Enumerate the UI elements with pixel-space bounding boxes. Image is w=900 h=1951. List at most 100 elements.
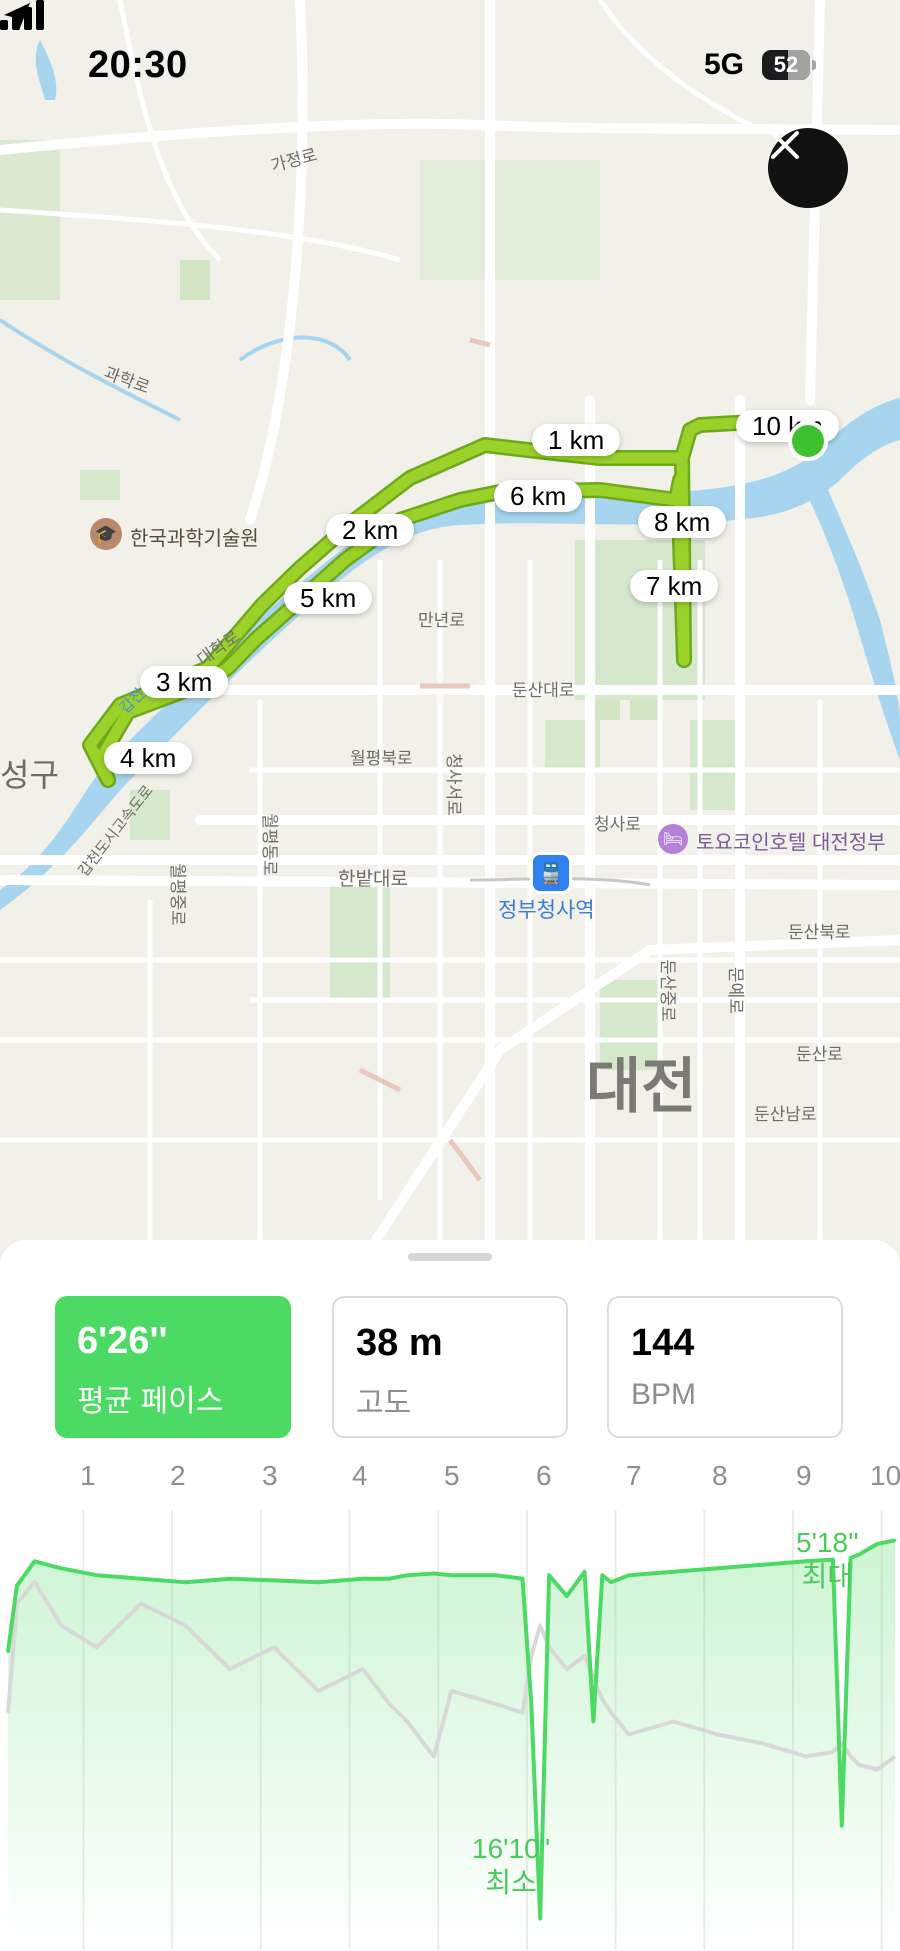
hotel-icon: 🛏 — [658, 824, 688, 854]
metric-card-elevation[interactable]: 38 m 고도 — [332, 1296, 568, 1438]
km-tick-5: 5 — [444, 1460, 460, 1491]
heart-rate-label: BPM — [631, 1378, 697, 1411]
road-label-dunsan: 둔산로 — [796, 1045, 843, 1064]
pace-point — [671, 1570, 675, 1574]
pace-point — [875, 1542, 879, 1546]
km-tick-6: 6 — [536, 1460, 552, 1491]
km-tick-2: 2 — [170, 1460, 186, 1491]
pace-point — [361, 1577, 365, 1581]
max-pace-annotation: 5'18'' 최대 — [796, 1526, 859, 1594]
poi-hotel[interactable]: 토요코인호텔 대전정부 — [696, 826, 886, 855]
pace-point — [272, 1578, 276, 1582]
pace-point — [432, 1572, 436, 1575]
heart-rate-value: 144 — [631, 1322, 695, 1364]
close-button[interactable] — [768, 128, 848, 208]
pace-point — [33, 1559, 37, 1563]
city-label: 대전 — [586, 1053, 697, 1120]
max-pace-value: 5'18'' — [796, 1527, 859, 1558]
km-tick-8: 8 — [712, 1460, 728, 1491]
road-label-dunsan-buk: 둔산북로 — [788, 923, 851, 942]
pace-point — [529, 1702, 533, 1706]
pace-point — [450, 1573, 453, 1577]
pace-point — [494, 1573, 498, 1577]
min-pace-value: 16'10'' — [472, 1833, 551, 1864]
pace-point — [760, 1563, 764, 1567]
workout-route-screen: { "status_bar": { "time": "20:30", "netw… — [0, 0, 900, 1951]
km-marker-2[interactable]: 2 km — [326, 514, 415, 546]
road-label-dunsan-jung: 둔산중로 — [657, 959, 677, 1022]
road-label-wolpyeong-jung: 월평중로 — [167, 863, 187, 926]
poi-science-museum[interactable]: 한국과학기술원 — [130, 522, 259, 551]
road-label-wolpyeong-dong: 월평동로 — [259, 813, 279, 876]
map-canvas — [0, 0, 900, 1280]
km-tick-3: 3 — [262, 1460, 278, 1491]
km-tick-1: 1 — [80, 1460, 96, 1491]
road-label-dunsan-nam: 둔산남로 — [754, 1105, 817, 1124]
battery-level: 52 — [773, 52, 799, 77]
pace-point — [59, 1566, 63, 1570]
km-marker-3[interactable]: 3 km — [140, 666, 229, 698]
min-pace-label: 최소 — [485, 1867, 537, 1898]
metric-card-heart-rate[interactable]: 144 BPM — [607, 1296, 843, 1438]
km-marker-6[interactable]: 6 km — [494, 480, 583, 512]
pace-point — [6, 1650, 10, 1654]
pace-point — [387, 1577, 391, 1581]
pace-point — [538, 1917, 542, 1920]
max-pace-label: 최대 — [801, 1561, 854, 1592]
pace-point — [316, 1580, 320, 1584]
pace-point — [15, 1584, 19, 1588]
pace-chart[interactable] — [0, 1510, 900, 1950]
poi-station[interactable]: 정부청사역 — [498, 894, 595, 924]
pace-point — [228, 1577, 232, 1581]
pace-point — [609, 1580, 613, 1584]
pace-point — [583, 1570, 587, 1574]
battery-icon: 52 — [762, 50, 816, 80]
pace-point — [183, 1580, 187, 1584]
signal-icon — [0, 0, 44, 30]
km-marker-8[interactable]: 8 km — [638, 506, 727, 538]
museum-icon: 🎓 — [90, 518, 122, 550]
km-marker-5[interactable]: 5 km — [284, 582, 373, 614]
pace-point — [405, 1573, 409, 1577]
pace-point — [139, 1577, 143, 1581]
district-label-seonggu: 성구 — [0, 757, 59, 793]
sheet-grabber[interactable] — [408, 1253, 492, 1261]
pace-point — [840, 1824, 844, 1828]
status-time: 20:30 — [88, 44, 188, 86]
km-tick-7: 7 — [626, 1460, 642, 1491]
pace-point — [565, 1594, 569, 1598]
route-map[interactable]: 가정로 과학로 🎓 한국과학기술원 대학로 성구 갑천도시고속도로 갑천 만년로… — [0, 0, 900, 1280]
status-bar: 20:30 5G 52 — [0, 0, 900, 130]
metric-card-pace[interactable]: 6'26'' 평균 페이스 — [55, 1296, 291, 1438]
pace-point — [893, 1538, 897, 1542]
pace-point — [591, 1719, 595, 1723]
road-label-manyeon: 만년로 — [418, 611, 465, 630]
km-tick-10: 10 — [870, 1460, 900, 1491]
elevation-value: 38 m — [356, 1322, 443, 1364]
road-label-cheongsa: 청사로 — [594, 815, 641, 834]
road-label-wolpyeong-buk: 월평북로 — [350, 749, 413, 768]
close-icon — [771, 131, 799, 159]
pace-point — [521, 1577, 524, 1581]
road-label-munye: 문예로 — [725, 967, 745, 1014]
metrics-sheet: 6'26'' 평균 페이스 38 m 고도 144 BPM 1 2 3 4 5 … — [0, 1240, 900, 1951]
pace-point — [627, 1573, 631, 1577]
pace-value: 6'26'' — [77, 1320, 168, 1362]
subway-icon: 🚆 — [530, 852, 572, 894]
km-marker-1[interactable]: 1 km — [532, 424, 621, 456]
min-pace-annotation: 16'10'' 최소 — [472, 1832, 550, 1900]
km-marker-4[interactable]: 4 km — [104, 742, 193, 774]
pace-point — [600, 1573, 604, 1577]
km-tick-4: 4 — [352, 1460, 368, 1491]
network-type: 5G — [704, 48, 745, 81]
road-label-cheongsa-seo: 청사서로 — [443, 753, 463, 816]
km-marker-7[interactable]: 7 km — [630, 570, 719, 602]
pace-point — [95, 1573, 99, 1577]
elevation-label: 고도 — [356, 1387, 412, 1420]
road-label-hanbat-daero: 한밭대로 — [338, 869, 408, 890]
pace-point — [716, 1566, 720, 1570]
pace-point — [547, 1573, 551, 1577]
current-position-icon — [788, 421, 828, 461]
km-tick-9: 9 — [796, 1460, 812, 1491]
road-label-dunsan-daero: 둔산대로 — [512, 681, 575, 700]
